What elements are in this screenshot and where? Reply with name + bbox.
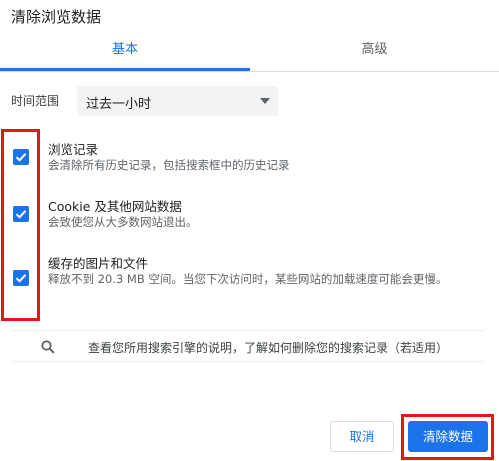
tab-active-indicator [0, 68, 250, 71]
option-title: 缓存的图片和文件 [48, 256, 149, 271]
option-description: 会清除所有历史记录，包括搜索框中的历史记录 [48, 158, 290, 172]
dropdown-arrow-icon [260, 98, 270, 104]
clear-data-button[interactable]: 清除数据 [408, 421, 488, 452]
time-range-select[interactable]: 过去一小时 [77, 86, 278, 116]
option-title: 浏览记录 [48, 142, 99, 157]
time-range-label: 时间范围 [11, 94, 60, 108]
tab-advanced[interactable]: 高级 [250, 38, 499, 72]
cancel-button[interactable]: 取消 [330, 421, 394, 452]
time-range-value: 过去一小时 [86, 97, 152, 112]
search-engine-info-link[interactable]: 查看您所用搜索引擎的说明，了解如何删除您的搜索记录（若适用） [12, 330, 484, 362]
option-title: Cookie 及其他网站数据 [48, 199, 182, 214]
dialog-title: 清除浏览数据 [11, 8, 102, 26]
tab-bar: 基本 高级 [0, 38, 499, 72]
checkbox-highlight-box [1, 129, 40, 321]
tab-basic[interactable]: 基本 [0, 38, 250, 72]
search-engine-info-text: 查看您所用搜索引擎的说明，了解如何删除您的搜索记录（若适用） [88, 341, 449, 355]
option-description: 会致使您从大多数网站退出。 [48, 215, 198, 229]
search-icon [41, 340, 55, 354]
option-description: 释放不到 20.3 MB 空间。当您下次访问时，某些网站的加载速度可能会更慢。 [48, 272, 448, 286]
